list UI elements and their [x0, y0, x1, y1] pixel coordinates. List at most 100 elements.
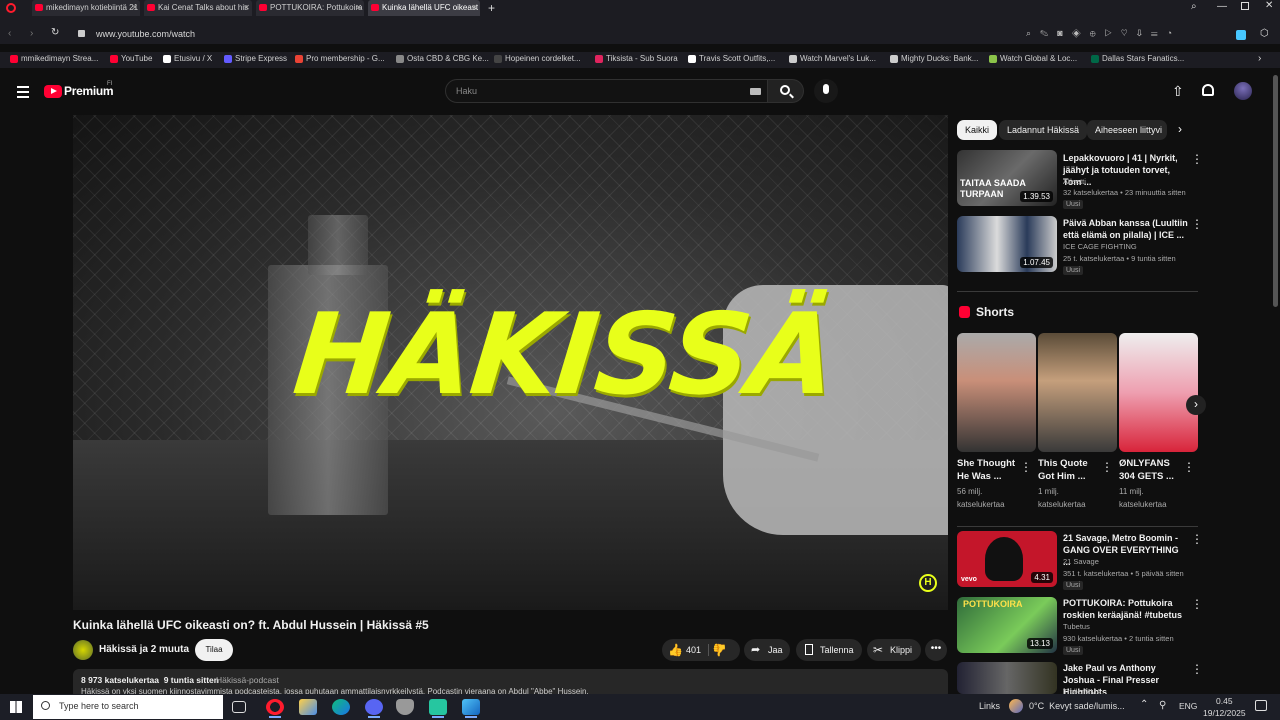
- video-title[interactable]: POTTUKOIRA: Pottukoira roskien keräajänä…: [1063, 597, 1188, 621]
- chip-related[interactable]: Aiheeseen liittyvi: [1087, 120, 1167, 140]
- more-options-icon[interactable]: ⋮: [1020, 461, 1032, 473]
- channel-avatar[interactable]: [73, 640, 93, 660]
- like-button[interactable]: 👍 401: [668, 639, 708, 661]
- short-title[interactable]: She Thought He Was ...: [957, 457, 1019, 483]
- close-tab-icon[interactable]: ✕: [355, 0, 362, 16]
- channel-name[interactable]: 21 Savage: [1063, 556, 1193, 568]
- minimize-window-icon[interactable]: —: [1217, 1, 1227, 12]
- podcast-tag[interactable]: Häkissä-podcast: [216, 675, 279, 685]
- notification-center-icon[interactable]: [1255, 700, 1267, 711]
- bookmark-item[interactable]: Dallas Stars Fanatics...: [1091, 54, 1184, 63]
- weather-text[interactable]: 0°C Kevyt sade/lumis...: [1029, 701, 1125, 711]
- vpn-icon[interactable]: ⊕: [1090, 28, 1105, 38]
- task-view-icon[interactable]: [232, 701, 246, 713]
- keyboard-icon[interactable]: [750, 88, 761, 95]
- page-scrollbar[interactable]: [1273, 75, 1278, 307]
- bookmark-item[interactable]: Mighty Ducks: Bank...: [890, 54, 978, 63]
- profile-icon[interactable]: ◔: [1167, 28, 1181, 38]
- more-options-icon[interactable]: ⋮: [1191, 663, 1203, 675]
- more-options-icon[interactable]: ⋮: [1191, 533, 1203, 545]
- chip-uploaded-by[interactable]: Ladannut Häkissä: [999, 120, 1088, 140]
- bookmark-item[interactable]: Osta CBD & CBG Ke...: [396, 54, 489, 63]
- clock-date[interactable]: 19/12/2025: [1203, 708, 1246, 718]
- play-icon[interactable]: ▷: [1105, 28, 1121, 38]
- bookmark-item[interactable]: Stripe Express: [224, 54, 287, 63]
- channel-watermark-badge[interactable]: H: [919, 574, 937, 592]
- more-options-icon[interactable]: ⋮: [1183, 461, 1195, 473]
- video-thumbnail[interactable]: [957, 662, 1057, 694]
- share-button[interactable]: ➦ Jaa: [744, 639, 790, 661]
- more-options-icon[interactable]: ⋮: [1191, 218, 1203, 230]
- shorts-next-button[interactable]: ›: [1186, 395, 1206, 415]
- reload-icon[interactable]: ↻: [51, 27, 59, 38]
- browser-tab[interactable]: Kai Cenat Talks about his ✕: [144, 0, 252, 16]
- camera-icon[interactable]: ◙: [1057, 28, 1071, 38]
- bookmark-item[interactable]: Etusivu / X: [163, 54, 212, 63]
- more-options-icon[interactable]: ⋮: [1101, 461, 1113, 473]
- language-indicator[interactable]: ENG: [1179, 701, 1197, 711]
- bookmark-item[interactable]: Watch Global & Loc...: [989, 54, 1077, 63]
- browser-tab[interactable]: POTTUKOIRA: Pottukoira ✕: [256, 0, 364, 16]
- chips-next-icon[interactable]: ›: [1178, 122, 1182, 136]
- short-title[interactable]: This Quote Got Him ...: [1038, 457, 1100, 483]
- menu-icon[interactable]: ☰: [1151, 28, 1167, 38]
- bookmark-item[interactable]: Watch Marvel's Luk...: [789, 54, 876, 63]
- bookmark-item[interactable]: Tiksista - Sub Suora: [595, 54, 678, 63]
- bookmarks-overflow-icon[interactable]: ›: [1258, 53, 1261, 64]
- short-thumbnail[interactable]: [1038, 333, 1117, 452]
- close-tab-icon[interactable]: ✕: [131, 0, 138, 16]
- close-tab-icon[interactable]: ✕: [471, 0, 478, 16]
- heart-icon[interactable]: ♡: [1121, 28, 1137, 38]
- clock-time[interactable]: 0.45: [1216, 696, 1233, 706]
- video-thumbnail[interactable]: TAITAA SAADA TURPAAN 1.39.53: [957, 150, 1057, 206]
- bookmark-item[interactable]: Travis Scott Outfits,...: [688, 54, 775, 63]
- search-input[interactable]: [446, 80, 726, 102]
- bookmark-item[interactable]: mmikedimayn Strea...: [10, 54, 98, 63]
- short-thumbnail[interactable]: [1119, 333, 1198, 452]
- opera-logo-icon[interactable]: [6, 3, 16, 13]
- more-options-icon[interactable]: ⋮: [1191, 153, 1203, 165]
- opera-taskbar-icon[interactable]: [266, 699, 284, 718]
- forward-icon[interactable]: ›: [30, 28, 33, 39]
- tray-chevron-icon[interactable]: ⌃: [1140, 699, 1148, 710]
- chip-all[interactable]: Kaikki: [957, 120, 998, 140]
- video-player[interactable]: HÄKISSÄ H: [73, 115, 948, 610]
- upload-icon[interactable]: ⇧: [1172, 83, 1184, 100]
- close-window-icon[interactable]: ✕: [1265, 0, 1273, 11]
- settings-icon[interactable]: ⬡: [1260, 28, 1269, 39]
- clip-button[interactable]: ✂ Klippi: [867, 639, 921, 661]
- folder-taskbar-icon[interactable]: [299, 699, 317, 715]
- app-taskbar-icon[interactable]: [429, 699, 447, 718]
- more-options-icon[interactable]: ⋮: [1191, 598, 1203, 610]
- bookmark-item[interactable]: Hopeinen cordelket...: [494, 54, 581, 63]
- video-thumbnail[interactable]: POTTUKOIRA 13.13: [957, 597, 1057, 653]
- taskbar-links[interactable]: Links: [979, 701, 1000, 711]
- browser-taskbar-icon[interactable]: [462, 699, 480, 718]
- hamburger-menu-icon[interactable]: [17, 86, 29, 101]
- channel-name[interactable]: Tubetus: [1063, 621, 1193, 633]
- shield-icon[interactable]: ◈: [1072, 28, 1090, 38]
- video-thumbnail[interactable]: 1.07.45: [957, 216, 1057, 272]
- short-thumbnail[interactable]: [957, 333, 1036, 452]
- avatar[interactable]: [1234, 82, 1252, 100]
- voice-search-button[interactable]: [814, 79, 838, 103]
- taskbar-search-box[interactable]: Type here to search: [33, 695, 223, 719]
- channel-name[interactable]: ICE CAGE FIGHTING: [1063, 241, 1193, 253]
- bookmark-item[interactable]: YouTube: [110, 54, 152, 63]
- notifications-bell-icon[interactable]: [1202, 84, 1214, 96]
- subscribe-button[interactable]: Tilaa: [195, 639, 233, 661]
- windows-start-icon[interactable]: [10, 701, 22, 713]
- new-tab-icon[interactable]: +: [488, 1, 495, 15]
- channel-name[interactable]: Häkissä ja 2 muuta: [99, 644, 189, 655]
- download-icon[interactable]: ⇩: [1137, 28, 1151, 38]
- browser-tab[interactable]: mikedimayn kotiebiintä 21 ✕: [32, 0, 140, 16]
- search-tabs-icon[interactable]: ⌕: [1191, 1, 1197, 12]
- zoom-icon[interactable]: ⌕: [1026, 28, 1040, 38]
- back-icon[interactable]: ‹: [8, 28, 11, 39]
- browser-tab-active[interactable]: Kuinka lähellä UFC oikeast ✕: [368, 0, 480, 16]
- address-bar-url[interactable]: www.youtube.com/watch: [96, 29, 195, 39]
- video-title[interactable]: Päivä Abban kanssa (Luultiin että elämä …: [1063, 217, 1188, 241]
- extension-icon[interactable]: [1236, 30, 1246, 40]
- maximize-window-icon[interactable]: [1241, 2, 1249, 10]
- search-button[interactable]: [768, 79, 804, 103]
